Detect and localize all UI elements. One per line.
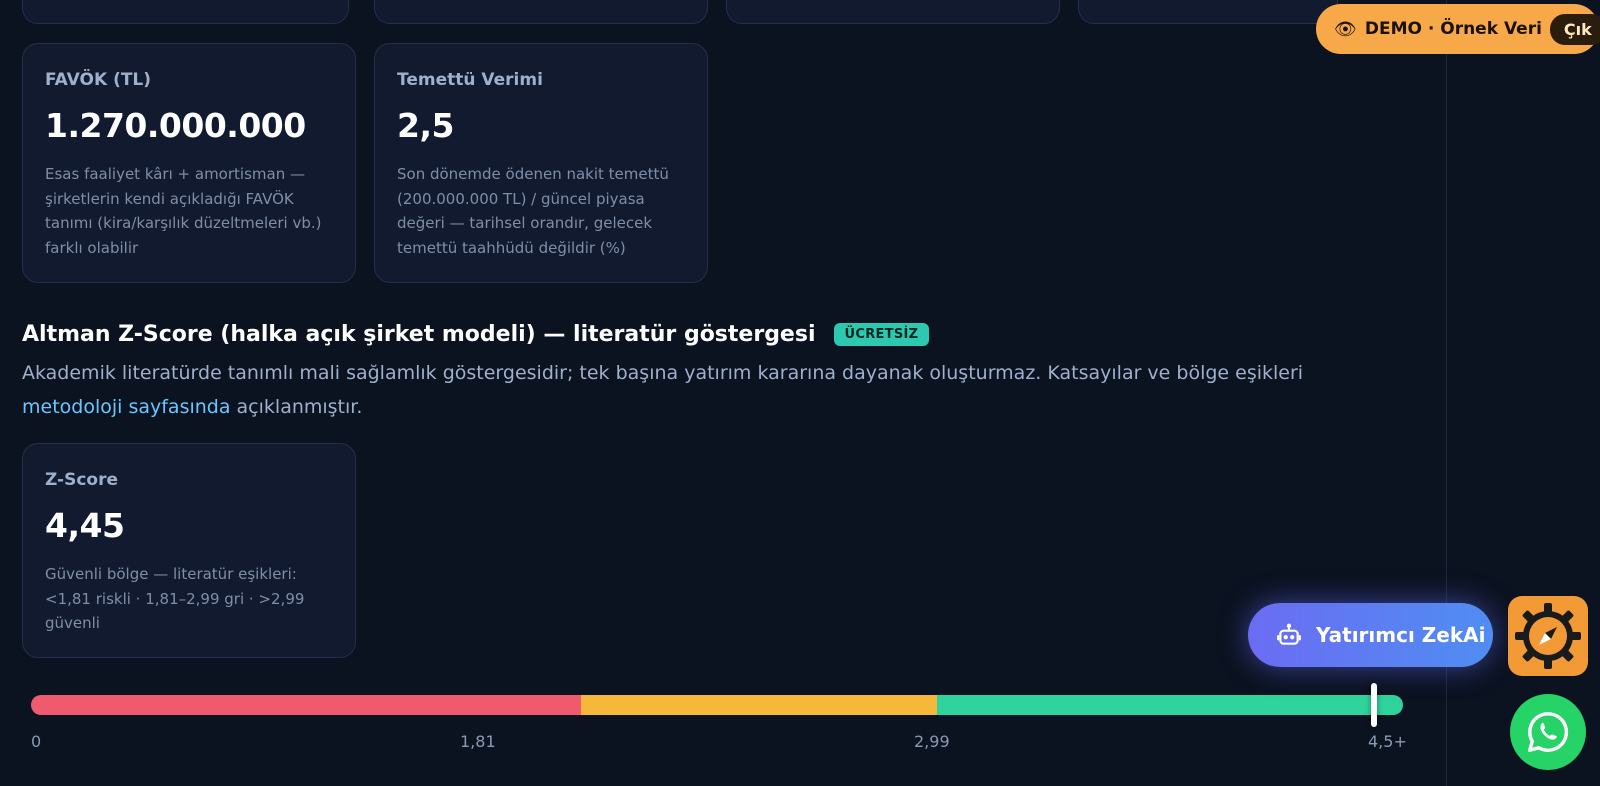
zscore-scale bbox=[31, 683, 1403, 727]
card-stub-3 bbox=[726, 0, 1060, 24]
ai-assistant-label: Yatırımcı ZekAi bbox=[1316, 623, 1486, 647]
right-divider bbox=[1446, 0, 1447, 786]
scale-tick-2: 2,99 bbox=[914, 732, 950, 751]
scale-tick-0: 0 bbox=[31, 732, 42, 751]
scale-tick-3: 4,5+ bbox=[1368, 732, 1407, 751]
scale-grey-segment bbox=[581, 695, 937, 715]
zscore-title: Z-Score bbox=[45, 470, 118, 490]
scale-marker bbox=[1371, 683, 1377, 727]
card-stub-4 bbox=[1078, 0, 1338, 24]
section-description-prefix: Akademik literatürde tanımlı mali sağlam… bbox=[22, 362, 1304, 384]
section-description-suffix: açıklanmıştır. bbox=[230, 396, 363, 418]
compass-gear-icon bbox=[1515, 603, 1581, 669]
favok-description: Esas faaliyet kârı + amortisman — şirket… bbox=[45, 165, 322, 257]
section-description: Akademik literatürde tanımlı mali sağlam… bbox=[22, 356, 1392, 424]
demo-exit-button[interactable]: Çık bbox=[1549, 13, 1600, 45]
card-stub-2 bbox=[374, 0, 708, 24]
zscore-value: 4,45 bbox=[45, 506, 125, 545]
compass-button[interactable] bbox=[1508, 596, 1588, 676]
dividend-title: Temettü Verimi bbox=[397, 70, 543, 90]
dividend-description: Son dönemde ödenen nakit temettü (200.00… bbox=[397, 165, 669, 257]
scale-tick-1: 1,81 bbox=[460, 732, 496, 751]
favok-title: FAVÖK (TL) bbox=[45, 70, 152, 90]
favok-card: FAVÖK (TL) 1.270.000.000 Esas faaliyet k… bbox=[22, 43, 356, 283]
whatsapp-icon bbox=[1528, 712, 1569, 752]
scale-risky-segment bbox=[31, 695, 581, 715]
zscore-description: Güvenli bölge — literatür eşikleri: <1,8… bbox=[45, 565, 305, 632]
demo-banner: 👁 DEMO · Örnek Veri Çık bbox=[1316, 4, 1600, 54]
section-title-row: Altman Z-Score (halka açık şirket modeli… bbox=[22, 322, 930, 347]
scale-safe-segment bbox=[937, 695, 1403, 715]
favok-value: 1.270.000.000 bbox=[45, 106, 306, 145]
dividend-card: Temettü Verimi 2,5 Son dönemde ödenen na… bbox=[374, 43, 708, 283]
robot-icon bbox=[1277, 623, 1301, 645]
page: FAVÖK (TL) 1.270.000.000 Esas faaliyet k… bbox=[0, 0, 1600, 786]
eye-icon: 👁 bbox=[1334, 18, 1357, 40]
demo-label: DEMO · Örnek Veri bbox=[1364, 19, 1542, 39]
methodology-link[interactable]: metodoloji sayfasında bbox=[22, 396, 231, 418]
ai-assistant-button[interactable]: Yatırımcı ZekAi bbox=[1248, 603, 1493, 667]
whatsapp-button[interactable] bbox=[1510, 694, 1586, 770]
dividend-value: 2,5 bbox=[397, 106, 454, 145]
section-title: Altman Z-Score (halka açık şirket modeli… bbox=[22, 322, 816, 347]
card-stub-1 bbox=[22, 0, 349, 24]
free-badge: ÜCRETSİZ bbox=[833, 323, 930, 346]
zscore-card: Z-Score 4,45 Güvenli bölge — literatür e… bbox=[22, 443, 356, 658]
